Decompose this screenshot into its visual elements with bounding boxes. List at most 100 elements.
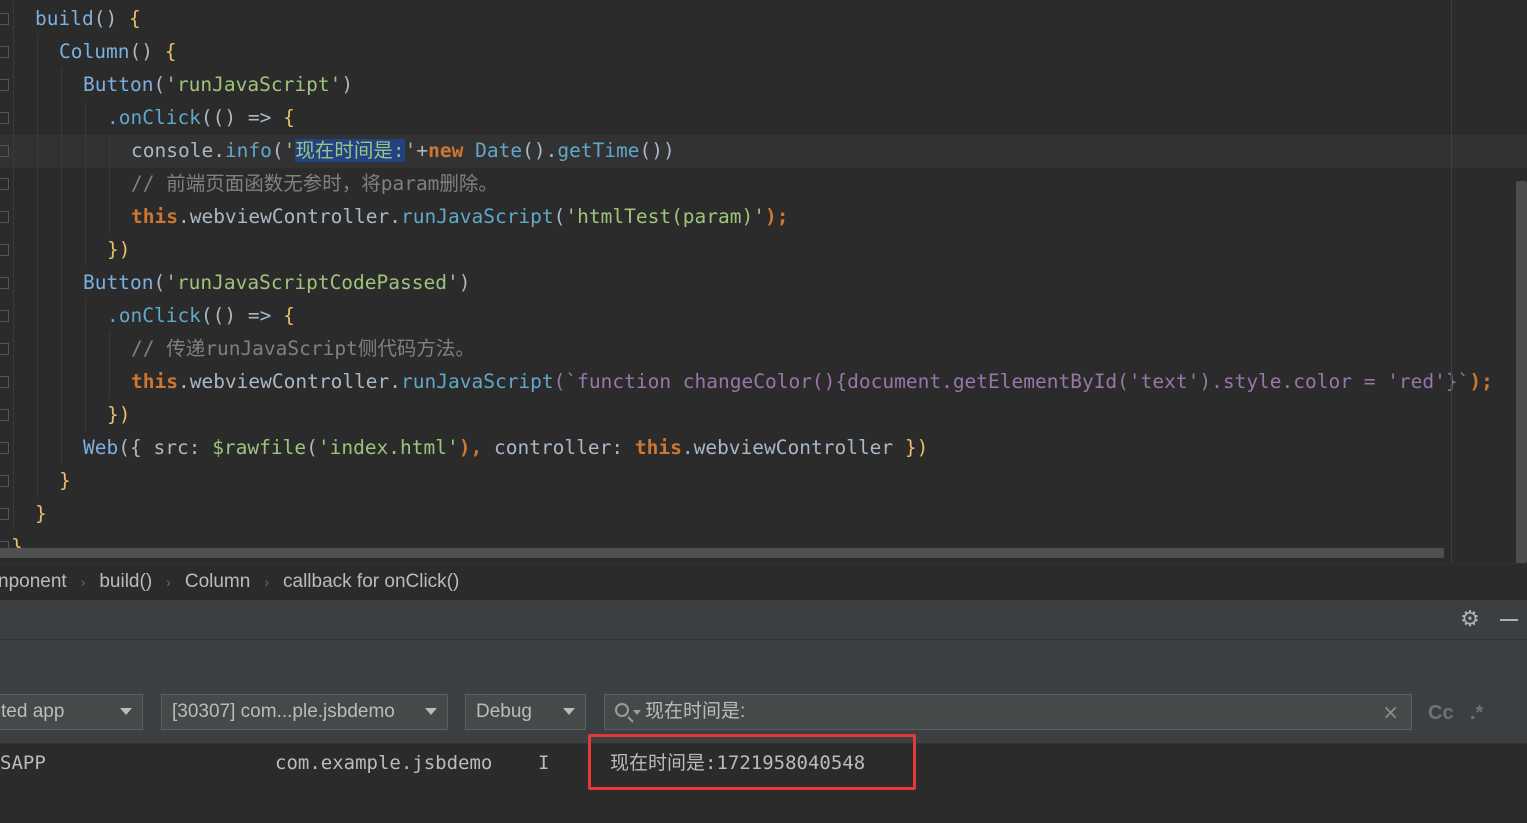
code-token: $rawfile [212, 436, 307, 459]
logcat-tool-header: ⚙ [0, 600, 1527, 640]
code-token: // 传递runJavaScript侧代码方法。 [131, 337, 475, 360]
code-token: }) [107, 403, 131, 426]
gear-icon[interactable]: ⚙ [1458, 608, 1482, 632]
code-editor[interactable]: build() {Column() {Button('runJavaScript… [0, 0, 1527, 563]
code-token: (). [522, 139, 558, 162]
code-token: Web [83, 436, 119, 459]
code-line-content: .onClick(() => { [107, 299, 295, 332]
code-token: // 前端页面函数无参时，将param删除。 [131, 172, 498, 195]
code-line-content: } [59, 464, 71, 497]
code-token: (() => [200, 304, 284, 327]
code-line-content: } [11, 530, 23, 563]
process-select-value: [30307] com...ple.jsbdemo [172, 701, 395, 722]
breadcrumb-item-component[interactable]: nponent [0, 571, 67, 593]
code-token: . [213, 139, 225, 162]
code-token: ( [553, 205, 566, 228]
code-token: ()) [639, 139, 675, 162]
code-token: { [164, 40, 177, 63]
code-token: }) [904, 436, 929, 459]
code-line[interactable]: this.webviewController.runJavaScript(`fu… [0, 365, 1527, 398]
code-line[interactable]: this.webviewController.runJavaScript('ht… [0, 200, 1527, 233]
code-token: this [634, 436, 682, 459]
code-token: 现在时间是: [295, 139, 405, 162]
code-line[interactable]: Button('runJavaScriptCodePassed') [0, 266, 1527, 299]
chevron-down-icon [120, 708, 132, 715]
chevron-down-icon [425, 708, 437, 715]
code-token: { [128, 7, 141, 30]
code-token: (() => [200, 106, 284, 129]
code-token: Column [59, 40, 130, 63]
code-line[interactable]: build() { [0, 2, 1527, 35]
code-token: controller [493, 436, 612, 459]
code-token: 'index.html' [317, 436, 459, 459]
code-line-content: }) [107, 398, 130, 431]
code-token: ) [458, 271, 471, 294]
match-case-button[interactable]: Cc [1428, 702, 1454, 724]
app-select[interactable]: ted app [0, 694, 143, 730]
code-token: ( [306, 436, 318, 459]
code-line[interactable]: Web({ src: $rawfile('index.html'), contr… [0, 431, 1527, 464]
log-package: com.example.jsbdemo [275, 752, 493, 774]
code-line-content: console.info('现在时间是:'+new Date().getTime… [131, 134, 675, 167]
code-token: 'runJavaScript' [165, 73, 342, 96]
code-token: Date [475, 139, 523, 162]
code-token: } [35, 502, 47, 525]
logcat-subbar [0, 640, 1527, 680]
code-line[interactable]: .onClick(() => { [0, 299, 1527, 332]
code-token: ' [283, 139, 296, 162]
code-line-content: }) [107, 233, 130, 266]
chevron-right-icon: › [80, 574, 86, 590]
code-line-content: // 传递runJavaScript侧代码方法。 [131, 332, 475, 365]
code-token: Button [83, 73, 154, 96]
code-line-content: Button('runJavaScriptCodePassed') [83, 266, 470, 299]
code-line[interactable]: Button('runJavaScript') [0, 68, 1527, 101]
process-select[interactable]: [30307] com...ple.jsbdemo [161, 694, 448, 730]
log-search-input[interactable] [645, 695, 1365, 729]
code-token: ' [404, 139, 417, 162]
code-line[interactable]: }) [0, 233, 1527, 266]
code-line[interactable]: }) [0, 398, 1527, 431]
code-token: this [131, 205, 178, 228]
code-token: (`function changeColor(){document.getEle… [553, 370, 1470, 393]
code-line[interactable]: Column() { [0, 35, 1527, 68]
code-token: info [224, 139, 272, 162]
log-tag: SAPP [0, 752, 46, 774]
breadcrumb-item-column[interactable]: Column [185, 571, 250, 593]
search-history-caret-icon[interactable] [633, 710, 641, 715]
clear-icon[interactable]: × [1382, 702, 1399, 722]
code-line[interactable]: } [0, 530, 1527, 563]
code-line[interactable]: // 前端页面函数无参时，将param删除。 [0, 167, 1527, 200]
code-token: { [283, 304, 295, 327]
code-line[interactable]: } [0, 464, 1527, 497]
code-token: ) [341, 73, 354, 96]
code-token: build [35, 7, 94, 30]
log-level-select[interactable]: Debug [465, 694, 586, 730]
horizontal-scrollbar[interactable] [0, 548, 1444, 558]
code-token: .webviewController. [177, 205, 402, 228]
code-line-content: // 前端页面函数无参时，将param删除。 [131, 167, 498, 200]
code-line-content: Button('runJavaScript') [83, 68, 353, 101]
search-icon[interactable] [615, 703, 629, 717]
chevron-down-icon [563, 708, 575, 715]
code-token: ( [153, 73, 166, 96]
code-line[interactable]: } [0, 497, 1527, 530]
log-level: I [538, 752, 550, 774]
code-line[interactable]: // 传递runJavaScript侧代码方法。 [0, 332, 1527, 365]
log-level-value: Debug [476, 701, 532, 722]
code-line[interactable]: console.info('现在时间是:'+new Date().getTime… [0, 134, 1527, 167]
annotation-highlight-box [588, 734, 916, 790]
code-line-content: this.webviewController.runJavaScript('ht… [131, 200, 788, 233]
code-line[interactable]: .onClick(() => { [0, 101, 1527, 134]
code-token: 'htmlTest(param)' [565, 205, 765, 228]
app-select-value: ted app [1, 701, 65, 722]
code-token: .webviewController. [177, 370, 402, 393]
breadcrumb-item-onclick[interactable]: callback for onClick() [283, 571, 459, 593]
regex-button[interactable]: .* [1470, 702, 1483, 724]
minimize-icon[interactable] [1496, 608, 1520, 632]
vertical-scrollbar[interactable] [1516, 181, 1527, 563]
code-token: ); [1469, 370, 1493, 393]
code-token: { [283, 106, 295, 129]
breadcrumb-item-build[interactable]: build() [99, 571, 152, 593]
code-token: Button [83, 271, 154, 294]
log-search-box[interactable]: × [604, 694, 1412, 730]
